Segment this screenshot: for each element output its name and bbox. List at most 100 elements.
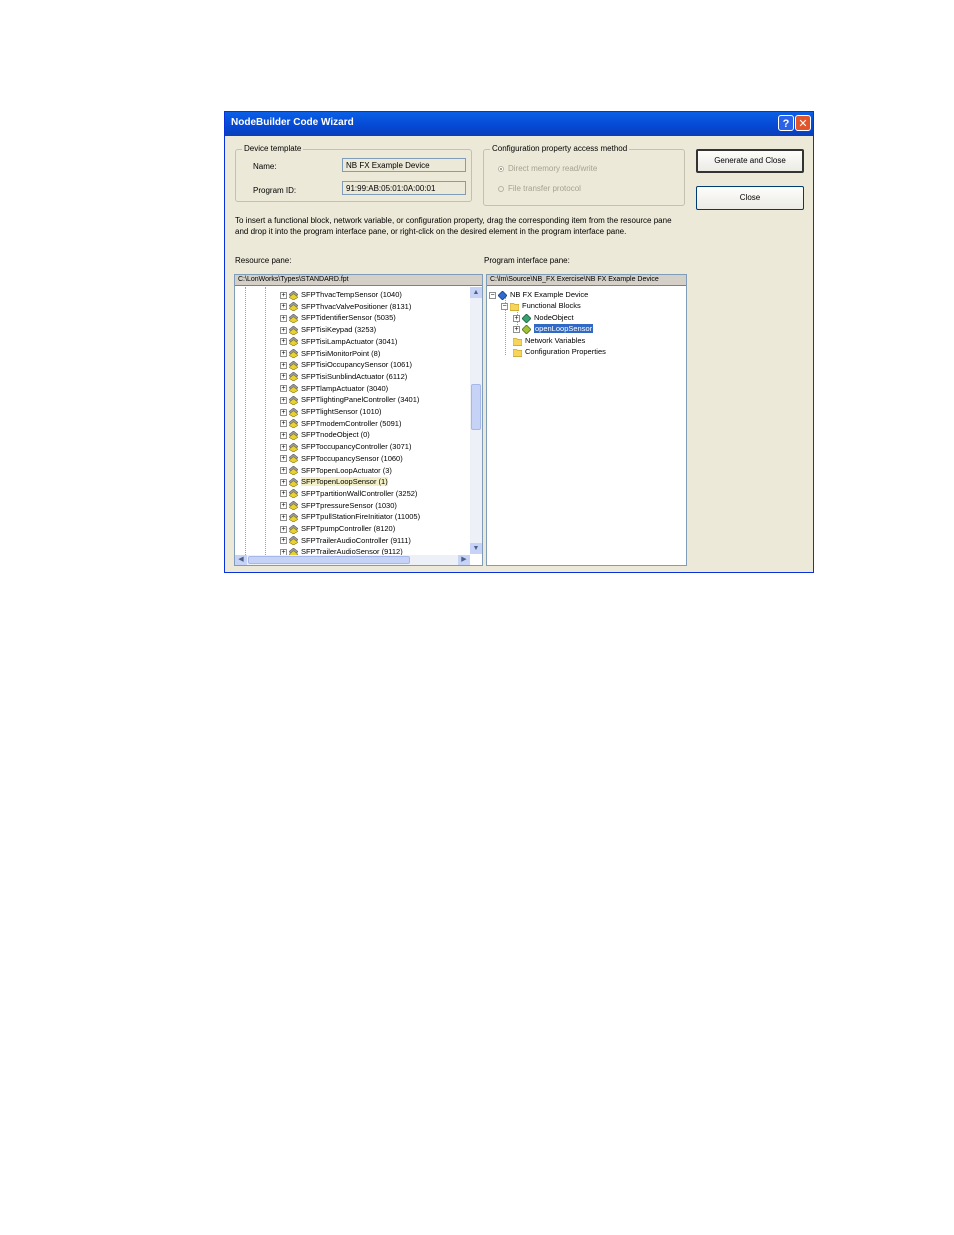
- expand-icon[interactable]: +: [280, 385, 287, 393]
- resource-vertical-scrollbar[interactable]: ▲ ▼: [470, 287, 482, 554]
- code-wizard-window: NodeBuilder Code Wizard ? ✕ Device templ…: [224, 111, 814, 573]
- resource-tree-item[interactable]: + SFPTisiMonitorPoint (8): [280, 348, 380, 359]
- tree-root-device[interactable]: − NB FX Example Device: [489, 289, 588, 300]
- expand-icon[interactable]: +: [513, 325, 520, 333]
- resource-item-label: SFPTisiLampActuator (3041): [301, 336, 398, 346]
- resource-tree-item[interactable]: + SFPTisiLampActuator (3041): [280, 336, 397, 347]
- hscroll-thumb[interactable]: [248, 556, 410, 564]
- tree-guide-line: [265, 287, 266, 555]
- expand-icon[interactable]: +: [280, 396, 287, 404]
- tree-network-variables[interactable]: Network Variables: [513, 335, 585, 346]
- functional-profile-icon: [289, 337, 298, 347]
- close-window-button[interactable]: ✕: [795, 115, 811, 131]
- expand-icon[interactable]: +: [280, 373, 287, 381]
- tree-functional-blocks[interactable]: − Functional Blocks: [501, 300, 581, 311]
- resource-tree-item[interactable]: + SFPTpullStationFireInitiator (11005): [280, 511, 420, 522]
- resource-item-label: SFPTnodeObject (0): [301, 430, 370, 440]
- expand-icon[interactable]: +: [280, 525, 287, 533]
- expand-icon[interactable]: +: [280, 455, 287, 463]
- resource-tree-item[interactable]: + SFPTopenLoopActuator (3): [280, 465, 392, 476]
- generate-close-button[interactable]: Generate and Close: [696, 149, 804, 173]
- expand-icon[interactable]: +: [280, 443, 287, 451]
- tree-config-properties[interactable]: Configuration Properties: [513, 346, 606, 357]
- network-variables-label: Network Variables: [525, 336, 586, 345]
- title-bar[interactable]: NodeBuilder Code Wizard ? ✕: [225, 112, 813, 136]
- radio-selected-icon: [498, 165, 504, 172]
- expand-icon[interactable]: +: [280, 502, 287, 510]
- resource-tree-item[interactable]: + SFPTmodemController (5091): [280, 418, 401, 429]
- functional-profile-icon: [289, 477, 298, 487]
- resource-tree-item[interactable]: + SFPTidentifierSensor (5035): [280, 312, 396, 323]
- expand-icon[interactable]: +: [280, 326, 287, 334]
- expand-icon[interactable]: +: [280, 350, 287, 358]
- scroll-up-button[interactable]: ▲: [470, 287, 482, 298]
- open-loop-sensor-label: openLoopSensor: [534, 324, 594, 333]
- scroll-down-button[interactable]: ▼: [470, 543, 482, 554]
- device-root-label: NB FX Example Device: [510, 290, 589, 299]
- expand-icon[interactable]: +: [280, 490, 287, 498]
- scroll-thumb[interactable]: [471, 384, 481, 430]
- expand-icon[interactable]: +: [280, 431, 287, 439]
- collapse-icon[interactable]: −: [489, 291, 496, 299]
- resource-tree-item[interactable]: + SFPTpartitionWallController (3252): [280, 488, 417, 499]
- resource-tree-item[interactable]: + SFPThvacTempSensor (1040): [280, 289, 402, 300]
- resource-tree-item[interactable]: + SFPTpumpController (8120): [280, 523, 395, 534]
- expand-icon[interactable]: +: [280, 303, 287, 311]
- resource-tree-item[interactable]: + SFPTpressureSensor (1030): [280, 500, 397, 511]
- resource-tree-item[interactable]: + SFPTrailerAudioController (9111): [280, 535, 411, 546]
- expand-icon[interactable]: +: [280, 291, 287, 299]
- resource-tree-item[interactable]: + SFPTisiKeypad (3253): [280, 324, 376, 335]
- expand-icon[interactable]: +: [280, 467, 287, 475]
- device-icon: [498, 290, 507, 300]
- functional-block-icon: [522, 324, 531, 334]
- functional-profile-icon: [289, 302, 298, 312]
- resource-tree-item[interactable]: + SFPTlampActuator (3040): [280, 383, 388, 394]
- tree-node-object[interactable]: + NodeObject: [513, 312, 574, 323]
- tree-open-loop-sensor[interactable]: + openLoopSensor: [513, 323, 594, 334]
- expand-icon[interactable]: +: [280, 478, 287, 486]
- file-transfer-label: File transfer protocol: [508, 184, 581, 193]
- program-interface-pane[interactable]: C:\lm\Source\NB_FX Exercise\NB FX Exampl…: [486, 274, 687, 566]
- scroll-left-button[interactable]: ◀: [235, 555, 247, 565]
- resource-tree-item[interactable]: + SFPToccupancyController (3071): [280, 441, 411, 452]
- resource-tree-item[interactable]: + SFPTlightingPanelController (3401): [280, 394, 419, 405]
- resource-item-label: SFPTrailerAudioController (9111): [301, 535, 411, 545]
- scroll-right-button[interactable]: ▶: [458, 555, 470, 565]
- expand-icon[interactable]: +: [280, 513, 287, 521]
- expand-icon[interactable]: +: [280, 361, 287, 369]
- functional-profile-icon: [289, 501, 298, 511]
- resource-tree-item[interactable]: + SFPTopenLoopSensor (1): [280, 476, 388, 487]
- resource-item-label: SFPTisiMonitorPoint (8): [301, 348, 381, 358]
- expand-icon[interactable]: +: [280, 420, 287, 428]
- expand-icon[interactable]: +: [280, 314, 287, 322]
- collapse-icon[interactable]: −: [501, 302, 508, 310]
- resource-item-label: SFPThvacTempSensor (1040): [301, 290, 402, 299]
- name-field[interactable]: NB FX Example Device: [342, 158, 466, 172]
- file-transfer-radio[interactable]: File transfer protocol: [498, 184, 581, 193]
- resource-tree-item[interactable]: + SFPTnodeObject (0): [280, 429, 370, 440]
- resource-item-label: SFPTisiKeypad (3253): [301, 325, 377, 335]
- expand-icon[interactable]: +: [280, 537, 287, 545]
- expand-icon[interactable]: +: [280, 408, 287, 416]
- functional-profile-icon: [289, 290, 298, 300]
- resource-tree-item[interactable]: + SFPThvacValvePositioner (8131): [280, 301, 411, 312]
- program-id-label: Program ID:: [253, 186, 297, 195]
- resource-horizontal-scrollbar[interactable]: ◀ ▶: [235, 555, 470, 565]
- expand-icon[interactable]: +: [280, 338, 287, 346]
- functional-profile-icon: [289, 313, 298, 323]
- functional-profile-icon: [289, 489, 298, 499]
- resource-item-label: SFPTpartitionWallController (3252): [301, 488, 418, 498]
- resource-tree-item[interactable]: + SFPTisiOccupancySensor (1061): [280, 359, 412, 370]
- resource-pane[interactable]: C:\LonWorks\Types\STANDARD.fpt + SFPThvac…: [234, 274, 483, 566]
- window-title: NodeBuilder Code Wizard: [231, 117, 354, 128]
- expand-icon[interactable]: +: [513, 314, 520, 322]
- functional-profile-icon: [289, 442, 298, 452]
- functional-profile-icon: [289, 395, 298, 405]
- direct-memory-radio[interactable]: Direct memory read/write: [498, 164, 597, 173]
- help-button[interactable]: ?: [778, 115, 794, 131]
- close-button[interactable]: Close: [696, 186, 804, 210]
- program-id-field[interactable]: 91:99:AB:05:01:0A:00:01: [342, 181, 466, 195]
- resource-tree-item[interactable]: + SFPToccupancySensor (1060): [280, 453, 403, 464]
- resource-tree-item[interactable]: + SFPTisiSunblindActuator (6112): [280, 371, 407, 382]
- resource-tree-item[interactable]: + SFPTlightSensor (1010): [280, 406, 381, 417]
